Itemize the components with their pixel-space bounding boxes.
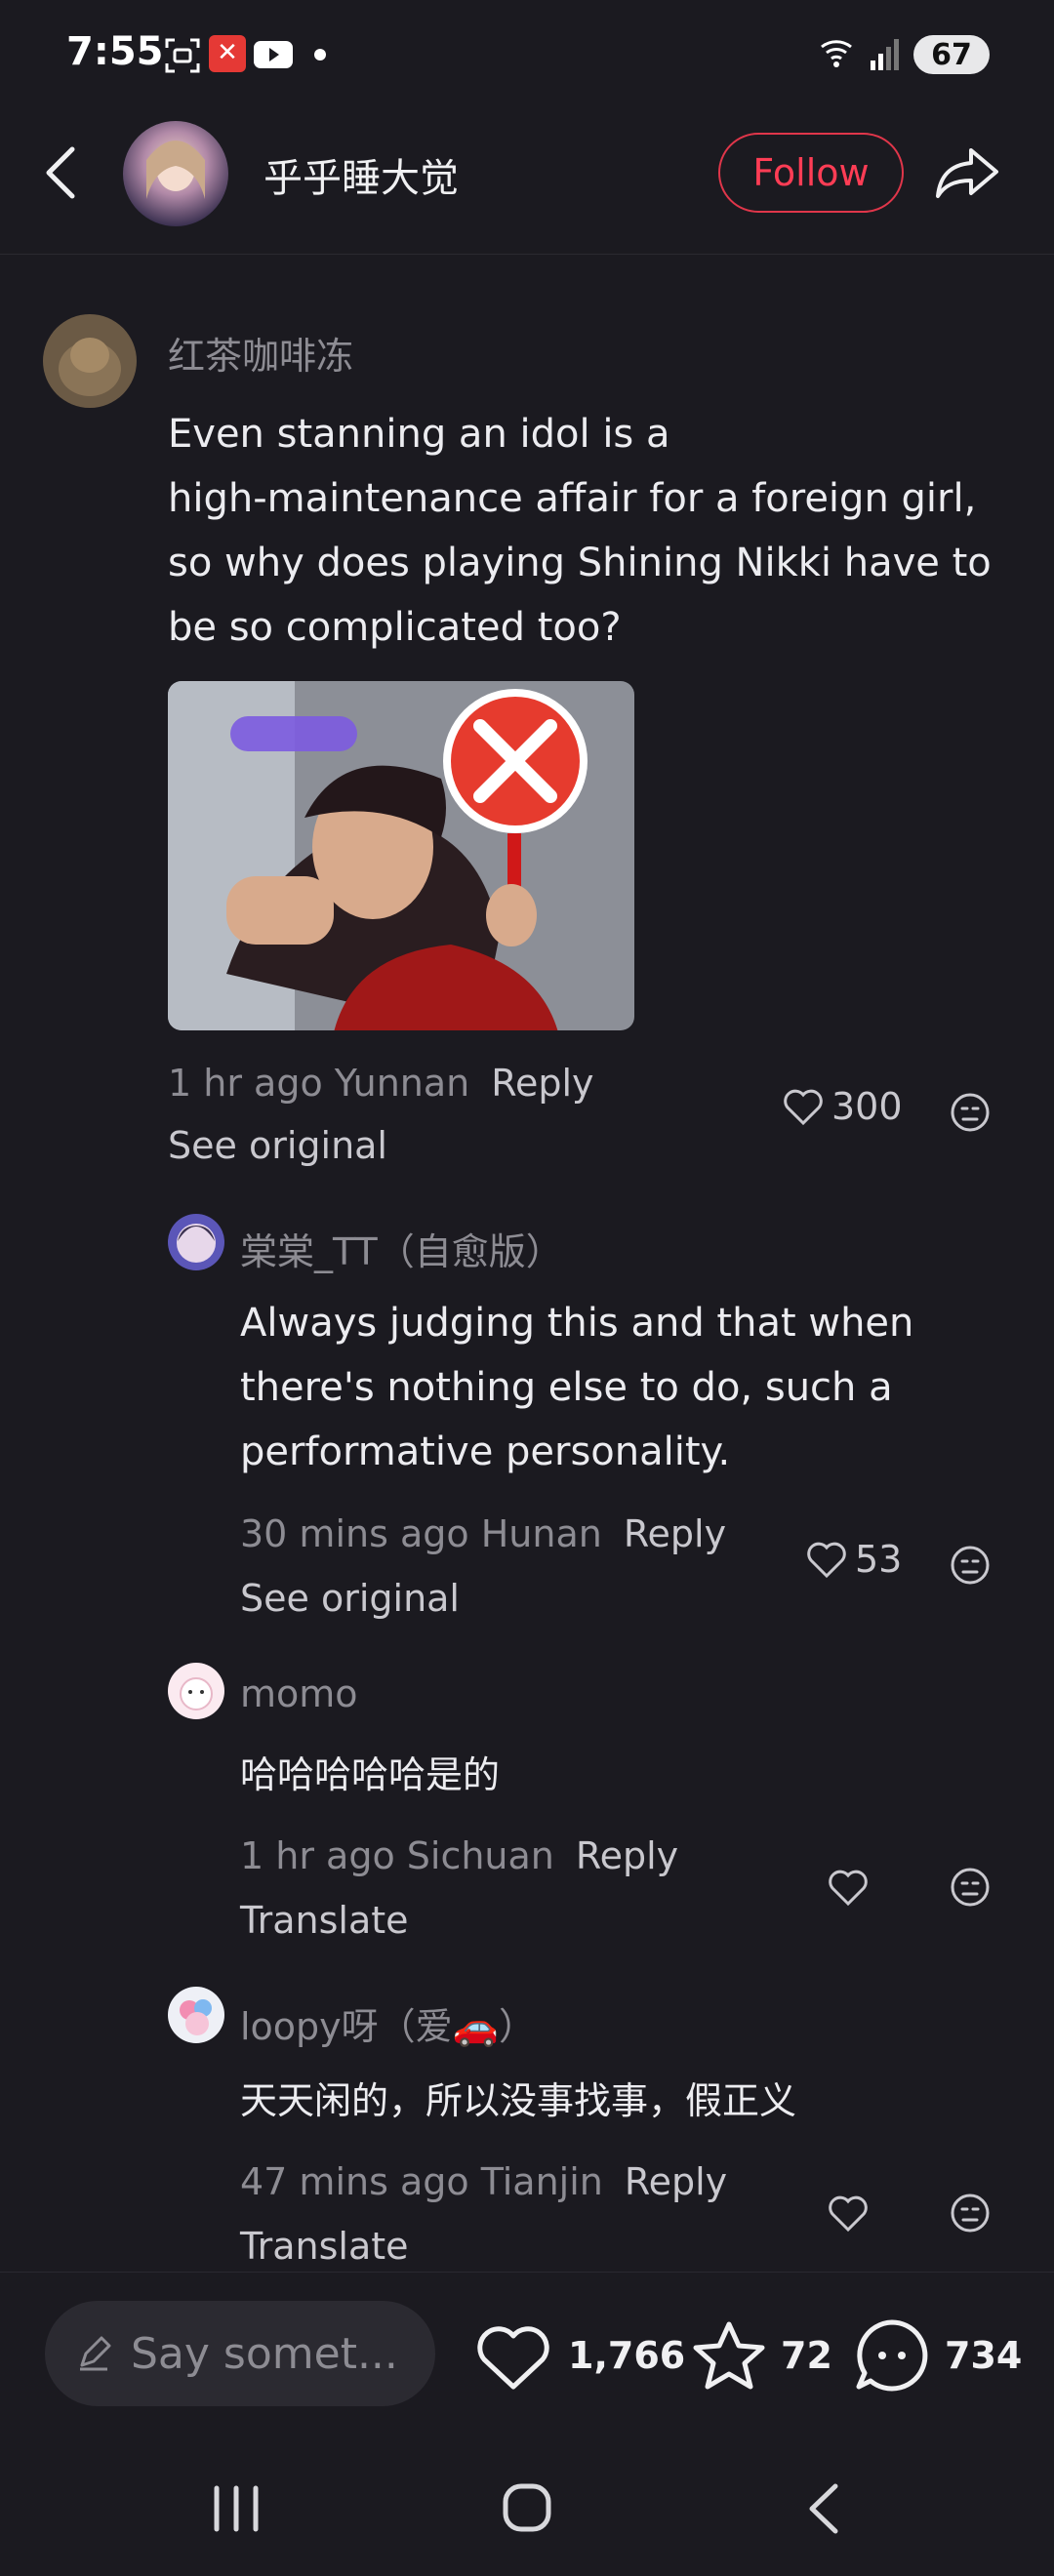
status-time: 7:55 xyxy=(66,29,164,74)
comment-meta: 30 mins ago Hunan Reply xyxy=(240,1512,726,1555)
reply-button[interactable]: Reply xyxy=(625,2160,727,2203)
comment-time-location: 30 mins ago Hunan xyxy=(240,1512,602,1555)
back-nav-icon[interactable] xyxy=(804,2480,843,2537)
reply-button[interactable]: Reply xyxy=(491,1062,593,1105)
comment-meta: 1 hr ago Sichuan Reply xyxy=(240,1834,678,1877)
battery-level: 67 xyxy=(931,37,972,72)
dislike-emoji-icon[interactable] xyxy=(949,2192,992,2234)
comment-line: be so complicated too? xyxy=(168,605,622,650)
heart-icon xyxy=(807,1542,846,1579)
comment-author[interactable]: 棠棠_TT（自愈版） xyxy=(240,1222,563,1275)
favorite-star-icon[interactable] xyxy=(691,2318,767,2395)
comment-text: Even stanning an idol is a high-maintena… xyxy=(168,402,1007,660)
comment-text: 天天闲的，所以没事找事，假正义 xyxy=(240,2069,1011,2133)
author-username[interactable]: 乎乎睡大觉 xyxy=(264,146,459,203)
comment-input-placeholder: Say somet... xyxy=(131,2328,398,2379)
comment-text: Always judging this and that when there'… xyxy=(240,1291,1011,1484)
reply-button[interactable]: Reply xyxy=(624,1512,726,1555)
commenter-avatar[interactable] xyxy=(168,1987,224,2043)
like-count-total: 1,766 xyxy=(568,2334,686,2377)
reply-button[interactable]: Reply xyxy=(576,1834,678,1877)
battery-icon: 67 xyxy=(913,35,990,74)
recent-apps-icon[interactable] xyxy=(211,2484,262,2533)
comment-line: 哈哈哈哈哈是的 xyxy=(240,1753,501,1796)
like-button[interactable]: 300 xyxy=(783,1085,903,1128)
follow-button[interactable]: Follow xyxy=(718,133,904,213)
home-icon[interactable] xyxy=(500,2480,554,2535)
favorite-count: 72 xyxy=(781,2334,832,2377)
see-original-link[interactable]: See original xyxy=(168,1124,387,1167)
heart-icon[interactable] xyxy=(828,1868,869,1907)
heart-icon[interactable] xyxy=(828,2194,869,2233)
comment-text: 哈哈哈哈哈是的 xyxy=(240,1743,1011,1807)
heart-icon xyxy=(784,1089,823,1126)
comment-author[interactable]: momo xyxy=(240,1672,358,1715)
like-count: 53 xyxy=(855,1538,903,1581)
translate-link[interactable]: Translate xyxy=(240,2225,409,2268)
translate-link[interactable]: Translate xyxy=(240,1899,409,1942)
dislike-emoji-icon[interactable] xyxy=(949,1091,992,1134)
dot-icon xyxy=(314,49,326,60)
like-button[interactable]: 53 xyxy=(806,1538,902,1581)
dislike-emoji-icon[interactable] xyxy=(949,1866,992,1909)
comment-time-location: 47 mins ago Tianjin xyxy=(240,2160,603,2203)
share-icon[interactable] xyxy=(932,137,1004,209)
wifi-icon xyxy=(821,40,852,67)
comment-author[interactable]: loopy呀（爱🚗） xyxy=(240,1996,536,2050)
status-bar: 7:55 ✕ 67 xyxy=(0,0,1054,107)
see-original-link[interactable]: See original xyxy=(240,1577,460,1620)
x-app-icon: ✕ xyxy=(209,35,246,72)
comment-line: Even stanning an idol is a xyxy=(168,412,670,457)
comment-bubble-icon[interactable] xyxy=(853,2316,931,2395)
comment-author[interactable]: 红茶咖啡冻 xyxy=(168,326,353,380)
dislike-emoji-icon[interactable] xyxy=(949,1544,992,1587)
like-heart-icon[interactable] xyxy=(476,2326,550,2393)
comment-count: 734 xyxy=(945,2334,1023,2377)
youtube-icon xyxy=(254,41,293,68)
signal-icon xyxy=(871,39,899,70)
comment-line: so why does playing Shining Nikki have t… xyxy=(168,541,992,585)
commenter-avatar[interactable] xyxy=(168,1214,224,1270)
commenter-avatar[interactable] xyxy=(43,314,137,408)
comment-meta: 1 hr ago Yunnan Reply xyxy=(168,1062,594,1105)
scan-icon xyxy=(165,38,200,73)
pencil-icon xyxy=(80,2336,111,2371)
comment-line: Always judging this and that when xyxy=(240,1301,914,1346)
comment-line: performative personality. xyxy=(240,1429,731,1474)
system-nav-bar xyxy=(0,2457,1054,2576)
comment-time-location: 1 hr ago Sichuan xyxy=(240,1834,554,1877)
comment-meta: 47 mins ago Tianjin Reply xyxy=(240,2160,727,2203)
comment-meme-image[interactable] xyxy=(168,681,634,1030)
comment-line: high-maintenance affair for a foreign gi… xyxy=(168,476,977,521)
like-count: 300 xyxy=(831,1085,903,1128)
back-arrow-icon[interactable] xyxy=(37,141,84,204)
comment-line: 天天闲的，所以没事找事，假正义 xyxy=(240,2079,797,2122)
commenter-avatar[interactable] xyxy=(168,1663,224,1719)
comment-time-location: 1 hr ago Yunnan xyxy=(168,1062,470,1105)
comment-input[interactable]: Say somet... xyxy=(45,2301,435,2406)
comment-line: there's nothing else to do, such a xyxy=(240,1365,893,1410)
author-avatar[interactable] xyxy=(123,121,228,226)
